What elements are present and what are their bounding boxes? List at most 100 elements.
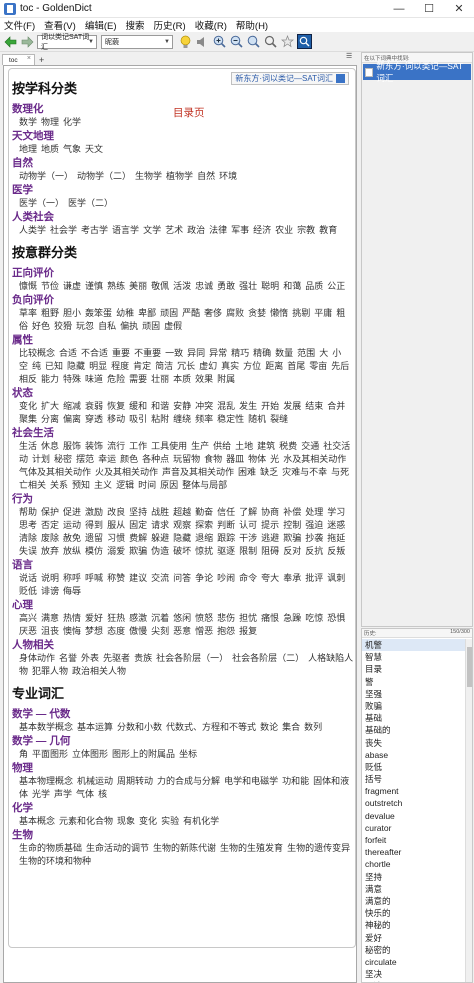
topic-link[interactable]: 说明 — [41, 573, 59, 583]
topic-link[interactable]: 图形上的附属品 — [112, 749, 175, 759]
topic-link[interactable]: 工作 — [129, 441, 147, 451]
topic-link[interactable]: 遗留 — [85, 533, 103, 543]
topic-link[interactable]: 发生 — [239, 401, 257, 411]
topic-link[interactable]: 频率 — [195, 414, 213, 424]
new-tab-button[interactable]: + — [39, 55, 44, 65]
back-button[interactable] — [3, 35, 17, 49]
topic-link[interactable]: 坚持 — [129, 507, 147, 517]
topic-link[interactable]: 贵族 — [134, 653, 152, 663]
topic-link[interactable]: 工具使用 — [151, 441, 187, 451]
topic-link[interactable]: 水及其相关动作 — [283, 454, 346, 464]
history-item[interactable]: 基础的 — [362, 724, 466, 736]
topic-link[interactable]: 悲伤 — [217, 613, 235, 623]
history-item[interactable]: 贬低 — [362, 761, 466, 773]
topic-link[interactable]: 教育 — [319, 225, 337, 235]
topic-link[interactable]: 和谐 — [151, 401, 169, 411]
topic-link[interactable]: 平庸 — [314, 308, 332, 318]
topic-link[interactable]: 基本数学概念 — [19, 722, 73, 732]
zoom-out-button[interactable] — [229, 34, 244, 49]
topic-link[interactable]: 医学（二） — [68, 198, 113, 208]
topic-link[interactable]: 语言学 — [112, 225, 139, 235]
topic-link[interactable]: 自然 — [197, 171, 215, 181]
topic-link[interactable]: 协商 — [261, 507, 279, 517]
topic-link[interactable]: 空 — [19, 361, 28, 371]
topic-link[interactable]: 放弃 — [41, 546, 59, 556]
history-item[interactable]: 满意 — [362, 883, 466, 895]
topic-link[interactable]: 反抗 — [305, 546, 323, 556]
history-item[interactable]: 目录 — [362, 663, 466, 675]
topic-link[interactable]: 政治相关人物 — [72, 666, 126, 676]
topic-link[interactable]: 胆小 — [63, 308, 81, 318]
topic-link[interactable]: 欺骗 — [129, 546, 147, 556]
topic-link[interactable]: 政治 — [187, 225, 205, 235]
found-dictionary-item[interactable]: 新东方·词以类记—SAT词汇 — [363, 61, 471, 83]
menu-edit[interactable]: 编辑(E) — [85, 18, 117, 32]
topic-link[interactable]: 味道 — [85, 374, 103, 384]
history-item[interactable]: outstretch — [362, 797, 466, 809]
topic-link[interactable]: 固定 — [129, 520, 147, 530]
topic-link[interactable]: 流行 — [107, 441, 125, 451]
close-button[interactable]: ✕ — [444, 0, 474, 18]
topic-link[interactable]: 称赞 — [107, 573, 125, 583]
topic-link[interactable]: 基本概念 — [19, 816, 55, 826]
forward-button[interactable] — [20, 35, 34, 49]
history-item[interactable]: 丧失 — [362, 737, 466, 749]
topic-link[interactable]: 精确 — [253, 348, 271, 358]
menu-view[interactable]: 查看(V) — [44, 18, 76, 32]
topic-link[interactable]: 激励 — [85, 507, 103, 517]
topic-link[interactable]: 秘密 — [54, 454, 72, 464]
topic-link[interactable]: 光 — [270, 454, 279, 464]
topic-link[interactable]: 品质 — [305, 281, 323, 291]
topic-link[interactable]: 不合适 — [81, 348, 108, 358]
topic-link[interactable]: 诽谤 — [41, 586, 59, 596]
topic-link[interactable]: 习惯 — [107, 533, 125, 543]
topic-link[interactable]: 税费 — [279, 441, 297, 451]
topic-link[interactable]: 信任 — [217, 507, 235, 517]
topic-link[interactable]: 社会各阶层（一） — [156, 653, 228, 663]
topic-link[interactable]: 生物学 — [135, 171, 162, 181]
topic-link[interactable]: 幸运 — [98, 454, 116, 464]
topic-link[interactable]: 光学 — [32, 789, 50, 799]
topic-link[interactable]: 明显 — [89, 361, 107, 371]
topic-link[interactable]: 周期转动 — [117, 776, 153, 786]
history-item[interactable]: thereafter — [362, 846, 466, 858]
topic-link[interactable]: 虚假 — [164, 321, 182, 331]
topic-link[interactable]: 代数式、方程和不等式 — [166, 722, 256, 732]
topic-link[interactable]: 不重要 — [134, 348, 161, 358]
history-item[interactable]: 败骗 — [362, 700, 466, 712]
history-item[interactable]: abase — [362, 749, 466, 761]
zoom-in-button[interactable] — [212, 34, 227, 49]
topic-link[interactable]: 偏执 — [120, 321, 138, 331]
history-item[interactable]: fragment — [362, 785, 466, 797]
topic-link[interactable]: 探索 — [195, 520, 213, 530]
topic-link[interactable]: 玩留物 — [173, 454, 200, 464]
topic-link[interactable]: 困难 — [238, 467, 256, 477]
topic-link[interactable]: 结束 — [305, 401, 323, 411]
topic-link[interactable]: 建议 — [129, 573, 147, 583]
topic-link[interactable]: 公正 — [327, 281, 345, 291]
topic-link[interactable]: 促进 — [63, 507, 81, 517]
topic-link[interactable]: 危险 — [107, 374, 125, 384]
topic-link[interactable]: 服从 — [107, 520, 125, 530]
topic-link[interactable]: 主义 — [94, 480, 112, 490]
topic-link[interactable]: 程度 — [111, 361, 129, 371]
topic-link[interactable]: 扩大 — [41, 401, 59, 411]
topic-link[interactable]: 粘附 — [151, 414, 169, 424]
topic-link[interactable]: 沉着 — [151, 613, 169, 623]
topic-link[interactable]: 平面图形 — [32, 749, 68, 759]
topic-link[interactable]: 基本物理概念 — [19, 776, 73, 786]
topic-link[interactable]: 隐藏 — [173, 533, 191, 543]
topic-link[interactable]: 基本运算 — [77, 722, 113, 732]
topic-link[interactable]: 控制 — [283, 520, 301, 530]
topic-link[interactable]: 爱好 — [85, 613, 103, 623]
topic-link[interactable]: 学习 — [327, 507, 345, 517]
group-select[interactable]: 词以类记SAT词汇 ▼ — [37, 34, 97, 51]
history-item[interactable]: 快乐的 — [362, 907, 466, 919]
topic-link[interactable]: 裂缝 — [270, 414, 288, 424]
topic-link[interactable]: 穿透 — [85, 414, 103, 424]
topic-link[interactable]: 生物的遗传变异 — [287, 843, 350, 853]
topic-link[interactable]: 懊悔 — [63, 626, 81, 636]
topic-link[interactable]: 战胜 — [151, 507, 169, 517]
topic-link[interactable]: 躲避 — [151, 533, 169, 543]
topic-link[interactable]: 感激 — [129, 613, 147, 623]
